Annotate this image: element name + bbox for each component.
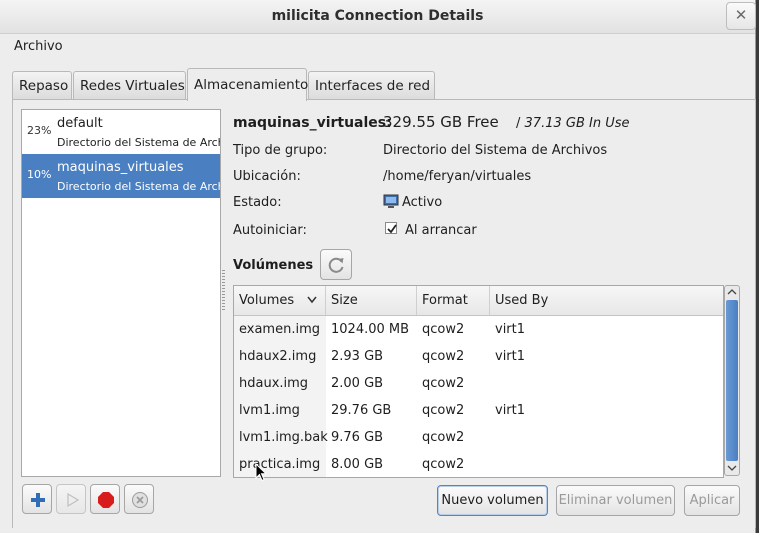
refresh-volumes-button[interactable] <box>320 249 352 280</box>
volume-name: lvm1.img.bak <box>239 430 328 445</box>
volume-format: qcow2 <box>422 349 465 364</box>
autoiniciar-value: Al arrancar <box>405 223 477 238</box>
column-header-used-by[interactable]: Used By <box>490 286 723 315</box>
window-title: milicita Connection Details <box>271 8 484 24</box>
menu-archivo[interactable]: Archivo <box>14 39 63 54</box>
ubicacion-label: Ubicación: <box>233 169 301 184</box>
pool-name: default <box>57 116 103 131</box>
tab-almacenamiento[interactable]: Almacenamiento <box>187 68 308 101</box>
pool-description: Directorio del Sistema de Archivos <box>57 180 220 193</box>
volume-row[interactable]: lvm1.img.bak 9.76 GB qcow2 <box>234 424 723 451</box>
sort-descending-icon <box>307 296 317 304</box>
volume-name: examen.img <box>239 322 320 337</box>
volume-size: 2.93 GB <box>331 349 384 364</box>
add-pool-button[interactable] <box>22 484 52 514</box>
title-bar: milicita Connection Details ✕ <box>0 0 756 34</box>
tab-redes-virtuales[interactable]: Redes Virtuales <box>73 71 186 99</box>
volume-row[interactable]: hdaux.img 2.00 GB qcow2 <box>234 370 723 397</box>
volumes-table-header: Volumes Size Format Used By <box>234 286 723 316</box>
column-header-format[interactable]: Format <box>417 286 490 315</box>
volume-size: 9.76 GB <box>331 430 384 445</box>
stop-pool-button[interactable] <box>90 484 120 514</box>
column-header-label: Volumes <box>239 293 295 308</box>
pool-free-space: 329.55 GB Free <box>383 113 499 131</box>
tipo-label: Tipo de grupo: <box>233 143 328 158</box>
pool-usage-percent: 23% <box>27 124 52 137</box>
volume-row[interactable]: hdaux2.img 2.93 GB qcow2 virt1 <box>234 343 723 370</box>
add-icon <box>31 493 45 507</box>
pool-usage-percent: 10% <box>27 168 52 181</box>
new-volume-button[interactable]: Nuevo volumen <box>437 485 548 516</box>
column-header-size[interactable]: Size <box>326 286 417 315</box>
pool-item-maquinas-virtuales[interactable]: 10% maquinas_virtuales Directorio del Si… <box>22 154 220 198</box>
pool-description: Directorio del Sistema de Archivos <box>57 136 220 149</box>
volume-name: hdaux2.img <box>239 349 317 364</box>
storage-pool-list[interactable]: 23% default Directorio del Sistema de Ar… <box>21 109 221 477</box>
autoiniciar-label: Autoiniciar: <box>233 223 307 238</box>
delete-pool-button[interactable] <box>124 484 154 514</box>
volume-size: 8.00 GB <box>331 457 384 472</box>
scroll-up-icon <box>727 289 737 295</box>
volume-size: 29.76 GB <box>331 403 392 418</box>
volume-name: hdaux.img <box>239 376 309 391</box>
start-pool-button[interactable] <box>56 484 86 514</box>
tab-interfaces-de-red[interactable]: Interfaces de red <box>308 71 435 99</box>
volume-format: qcow2 <box>422 457 465 472</box>
volume-row[interactable]: examen.img 1024.00 MB qcow2 virt1 <box>234 316 723 343</box>
volume-name: lvm1.img <box>239 403 300 418</box>
separator: / <box>516 116 521 131</box>
scroll-thumb[interactable] <box>726 300 738 461</box>
autostart-checkbox[interactable] <box>385 222 397 234</box>
scroll-down-icon <box>727 465 737 471</box>
volume-format: qcow2 <box>422 376 465 391</box>
delete-icon <box>132 492 148 508</box>
monitor-icon <box>383 194 399 208</box>
pool-item-default[interactable]: 23% default Directorio del Sistema de Ar… <box>22 110 220 154</box>
volume-row[interactable]: lvm1.img 29.76 GB qcow2 virt1 <box>234 397 723 424</box>
volume-size: 2.00 GB <box>331 376 384 391</box>
volumes-table[interactable]: Volumes Size Format Used By examen.img 1… <box>233 285 724 478</box>
volume-used-by: virt1 <box>495 349 526 364</box>
ubicacion-value: /home/feryan/virtuales <box>383 169 532 184</box>
checkmark-icon <box>387 224 397 234</box>
play-icon <box>67 492 80 508</box>
stop-icon <box>98 492 114 508</box>
close-icon: ✕ <box>734 6 748 24</box>
refresh-icon <box>328 257 344 273</box>
column-header-volumes[interactable]: Volumes <box>234 286 326 315</box>
volumes-scrollbar[interactable] <box>724 285 740 476</box>
tab-repaso[interactable]: Repaso <box>12 71 72 99</box>
close-button[interactable]: ✕ <box>726 2 756 30</box>
volume-format: qcow2 <box>422 430 465 445</box>
pool-in-use: / 37.13 GB In Use <box>516 116 630 131</box>
apply-button[interactable]: Aplicar <box>684 485 740 516</box>
volume-size: 1024.00 MB <box>331 322 410 337</box>
estado-label: Estado: <box>233 195 282 210</box>
volume-name: practica.img <box>239 457 321 472</box>
volume-format: qcow2 <box>422 322 465 337</box>
volume-row[interactable]: practica.img 8.00 GB qcow2 <box>234 451 723 477</box>
volume-used-by: virt1 <box>495 403 526 418</box>
volume-used-by: virt1 <box>495 322 526 337</box>
estado-value: Activo <box>402 195 443 210</box>
pool-in-use-value: 37.13 GB In Use <box>524 116 630 131</box>
menu-bar: Archivo <box>0 34 755 60</box>
pool-name: maquinas_virtuales <box>57 160 184 175</box>
tipo-value: Directorio del Sistema de Archivos <box>383 143 608 158</box>
pool-title: maquinas_virtuales: <box>233 115 392 131</box>
pane-resize-handle[interactable] <box>222 270 225 310</box>
volumes-heading: Volúmenes <box>233 258 314 273</box>
delete-volume-button[interactable]: Eliminar volumen <box>556 485 675 516</box>
mouse-cursor-icon <box>255 463 267 482</box>
connection-details-window: milicita Connection Details ✕ Archivo Re… <box>0 0 756 533</box>
volume-format: qcow2 <box>422 403 465 418</box>
